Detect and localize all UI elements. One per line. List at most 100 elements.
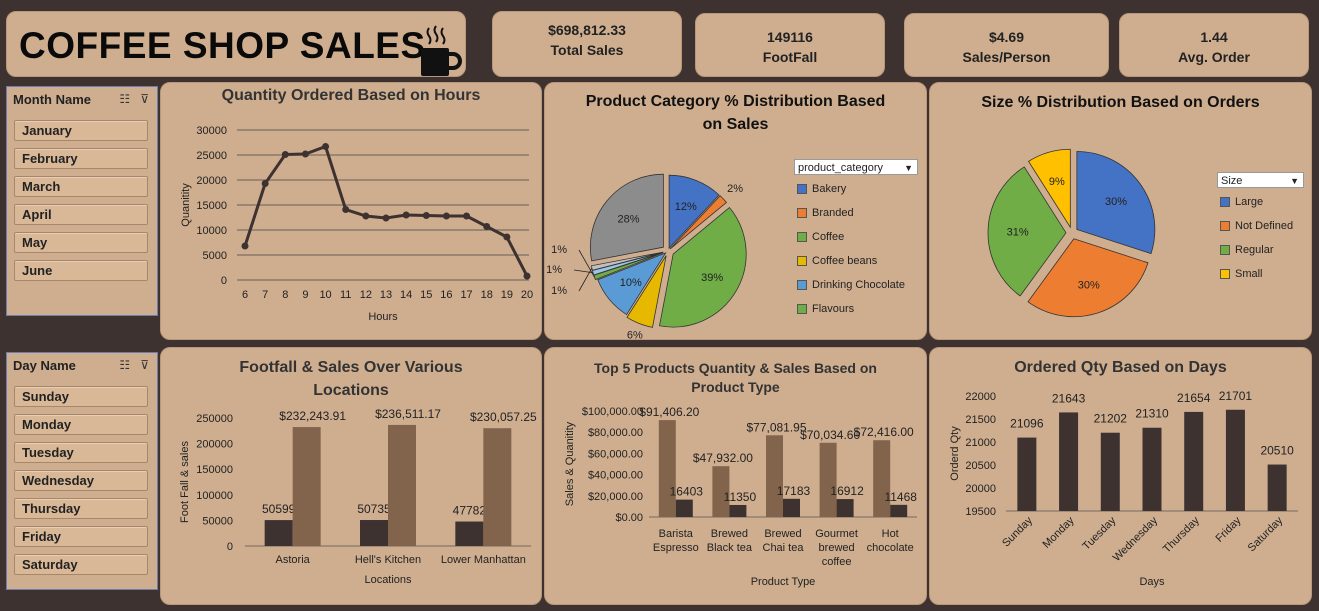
y-tick-label: 20500 [965, 460, 996, 472]
slice-label: 28% [617, 213, 639, 225]
slice-label: 10% [620, 277, 642, 289]
x-tick-label: 13 [380, 289, 392, 301]
data-label: 16403 [670, 485, 704, 499]
data-label: 21654 [1177, 391, 1211, 405]
kpi-label: Avg. Order [1178, 49, 1250, 65]
legend-item: Small [1220, 268, 1263, 280]
data-point [523, 272, 531, 280]
legend-label: Flavours [812, 303, 855, 315]
slicer-item-sunday[interactable]: Sunday [14, 386, 148, 407]
legend-filter-label: Size [1221, 175, 1243, 187]
kpi-avg-order: 1.44 Avg. Order [1119, 13, 1309, 77]
y-tick-label: $40,000.00 [588, 470, 643, 482]
data-point [281, 151, 289, 158]
clear-filter-icon[interactable]: ⊽ [140, 358, 149, 372]
kpi-value: 149116 [767, 29, 813, 45]
data-point [382, 214, 390, 222]
clear-filter-icon[interactable]: ⊽ [140, 92, 149, 106]
x-tick-label: Hot [882, 528, 899, 540]
legend-filter-dropdown[interactable]: Size ▼ [1217, 172, 1304, 188]
legend-swatch [1220, 245, 1230, 256]
legend-swatch [797, 256, 807, 267]
legend-item: Drinking Chocolate [797, 279, 905, 291]
data-point [261, 180, 269, 187]
legend-item: Coffee beans [797, 255, 877, 267]
x-tick-label: 6 [242, 289, 248, 301]
multi-select-icon[interactable]: ☷ [119, 358, 130, 372]
legend-filter-label: product_category [798, 162, 883, 174]
data-label: $232,243.91 [279, 409, 346, 423]
slice-label: 30% [1105, 196, 1127, 208]
kpi-value: $698,812.33 [548, 22, 626, 38]
kpi-value: $4.69 [988, 29, 1025, 45]
legend-swatch [797, 304, 807, 315]
slicer-item-thursday[interactable]: Thursday [14, 498, 148, 519]
x-tick-label: 9 [302, 289, 308, 301]
size-pie-chart: 30% 30% 31% 9% [987, 148, 1156, 318]
legend-filter-dropdown[interactable]: product_category ▼ [794, 159, 918, 175]
bar [783, 498, 800, 517]
day-slicer: Day Name ☷ ⊽ Sunday Monday Tuesday Wedne… [6, 352, 158, 590]
legend-swatch [1220, 269, 1230, 280]
bar [1059, 412, 1079, 511]
legend-label: Not Defined [1235, 220, 1294, 232]
data-label: 21202 [1094, 412, 1128, 426]
kpi-label: Total Sales [550, 42, 624, 58]
top5-bar-chart: $0.00 $20,000.00 $40,000.00 $60,000.00 $80,0… [564, 405, 917, 588]
slicer-item-april[interactable]: April [14, 204, 148, 225]
chart-top5-panel: Top 5 Products Quantity & Sales Based on… [544, 347, 927, 605]
slicer-item-february[interactable]: February [14, 148, 148, 169]
x-tick-label: Tuesday [1080, 514, 1118, 552]
slicer-item-wednesday[interactable]: Wednesday [14, 470, 148, 491]
slicer-item-may[interactable]: May [14, 232, 148, 253]
bar [1267, 464, 1287, 511]
legend-swatch [797, 280, 807, 291]
kpi-footfall: 149116 FootFall [695, 13, 885, 77]
y-tick-label: 21500 [965, 414, 996, 426]
bar [819, 442, 837, 517]
slicer-item-tuesday[interactable]: Tuesday [14, 442, 148, 463]
slicer-header: Day Name [13, 358, 76, 373]
y-tick-label: 21000 [965, 437, 996, 449]
y-tick-label: 50000 [202, 515, 233, 527]
legend-swatch [1220, 197, 1230, 208]
slicer-item-january[interactable]: January [14, 120, 148, 141]
bar [1100, 432, 1120, 511]
x-axis-label: Days [1139, 576, 1165, 588]
chart-category-panel: Product Category % Distribution Based on… [544, 82, 927, 341]
y-tick-label: 20000 [965, 483, 996, 495]
x-tick-label: 8 [282, 289, 288, 301]
slice-label: 12% [675, 201, 697, 213]
x-tick-label: 11 [340, 289, 351, 301]
x-tick-label: Black tea [707, 542, 753, 554]
y-tick-label: 200000 [196, 439, 233, 451]
hours-line-chart: 0 5000 10000 15000 20000 25000 30000 6 7 8 9 10 11 12… [180, 125, 533, 323]
legend-item: Flavours [797, 303, 854, 315]
y-tick-label: 100000 [196, 490, 233, 502]
data-label: 21096 [1010, 417, 1044, 431]
legend-item: Not Defined [1220, 220, 1293, 232]
x-tick-label: 7 [262, 289, 268, 301]
bar [292, 427, 321, 546]
data-label: 17183 [777, 484, 811, 498]
slicer-item-june[interactable]: June [14, 260, 148, 281]
x-tick-label: 19 [501, 289, 513, 301]
series-line [243, 144, 529, 277]
slicer-item-saturday[interactable]: Saturday [14, 554, 148, 575]
chart-hours-panel: Quantity Ordered Based on Hours 0 5000 100… [160, 82, 542, 340]
x-tick-label: Monday [1041, 514, 1078, 551]
x-tick-label: 14 [400, 289, 412, 301]
x-tick-label: Barista [659, 528, 694, 540]
locations-bar-chart: 0 50000 100000 150000 200000 250000 50599 $232,… [179, 407, 537, 586]
data-point [402, 211, 410, 219]
slicer-item-march[interactable]: March [14, 176, 148, 197]
bar [1184, 411, 1204, 511]
multi-select-icon[interactable]: ☷ [119, 92, 130, 106]
y-axis-label: Sales & Quanitity [564, 421, 576, 506]
slice-label: 6% [627, 330, 643, 341]
bar [890, 504, 908, 517]
slicer-item-monday[interactable]: Monday [14, 414, 148, 435]
y-tick-label: 250000 [196, 413, 233, 425]
slicer-item-friday[interactable]: Friday [14, 526, 148, 547]
legend-label: Drinking Chocolate [812, 279, 905, 291]
